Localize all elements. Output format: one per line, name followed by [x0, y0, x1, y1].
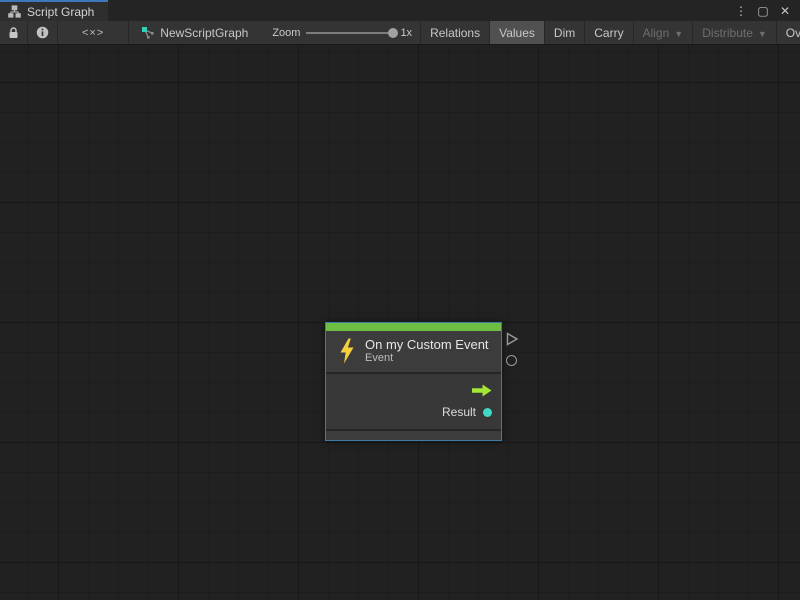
- graph-toolbar: <×> NewScriptGraph Zoom 1x Relations Val…: [0, 21, 800, 45]
- graph-name-label: NewScriptGraph: [160, 26, 248, 40]
- flow-output-connector[interactable]: [506, 332, 519, 351]
- zoom-control: Zoom 1x: [264, 21, 421, 44]
- script-graph-asset-icon: [141, 26, 155, 40]
- toolbar-button-carry[interactable]: Carry: [585, 21, 633, 44]
- toolbar-button-distribute[interactable]: Distribute ▼: [693, 21, 777, 44]
- node-header[interactable]: On my Custom Event Event: [326, 331, 501, 374]
- graph-canvas[interactable]: On my Custom Event Event Result: [0, 45, 800, 600]
- node-ports: Result: [326, 374, 501, 429]
- toolbar-button-align[interactable]: Align ▼: [634, 21, 694, 44]
- lock-icon: [8, 27, 19, 39]
- window-maximize-icon[interactable]: ▢: [754, 2, 772, 20]
- zoom-label: Zoom: [272, 27, 300, 39]
- inspector-toggle-button[interactable]: <×>: [58, 21, 129, 44]
- tab-label: Script Graph: [27, 5, 94, 19]
- node-accent-bar: [326, 323, 501, 331]
- script-graph-tab-icon: [8, 5, 21, 18]
- tab-script-graph[interactable]: Script Graph: [0, 0, 108, 21]
- chevron-down-icon: ▼: [674, 29, 683, 39]
- node-subtitle: Event: [365, 352, 489, 365]
- zoom-slider[interactable]: [306, 32, 394, 34]
- zoom-slider-handle[interactable]: [388, 28, 398, 38]
- lock-button[interactable]: [0, 21, 28, 44]
- graph-name-breadcrumb[interactable]: NewScriptGraph: [129, 21, 258, 44]
- window-menu-icon[interactable]: ⋮: [732, 2, 750, 20]
- align-label: Align: [643, 26, 670, 40]
- lightning-bolt-icon: [338, 338, 356, 364]
- value-output-connector[interactable]: [506, 355, 517, 366]
- value-connector-circle-icon: [506, 355, 517, 366]
- zoom-value: 1x: [400, 27, 412, 39]
- result-port-label: Result: [442, 405, 476, 419]
- chevron-down-icon: ▼: [758, 29, 767, 39]
- tab-bar: Script Graph ⋮ ▢ ✕: [0, 0, 800, 21]
- toolbar-button-overview[interactable]: Overview: [777, 21, 800, 44]
- node-title: On my Custom Event: [365, 337, 489, 352]
- event-node-on-my-custom-event[interactable]: On my Custom Event Event Result: [325, 322, 502, 441]
- distribute-label: Distribute: [702, 26, 753, 40]
- window-controls: ⋮ ▢ ✕: [732, 0, 800, 21]
- toolbar-button-dim[interactable]: Dim: [545, 21, 585, 44]
- node-footer: [326, 429, 501, 440]
- control-flow-output-row[interactable]: [326, 379, 501, 401]
- value-port-dot-icon: [483, 408, 492, 417]
- toolbar-button-values[interactable]: Values: [490, 21, 545, 44]
- window-close-icon[interactable]: ✕: [776, 2, 794, 20]
- info-icon: [36, 26, 49, 39]
- toolbar-button-relations[interactable]: Relations: [421, 21, 490, 44]
- flow-arrow-icon: [472, 384, 492, 397]
- inspector-toggle-icon: <×>: [82, 27, 104, 39]
- value-output-row-result[interactable]: Result: [326, 401, 501, 423]
- unity-script-graph-window: { "header": { "tab": { "label": "Script …: [0, 0, 800, 600]
- info-button[interactable]: [28, 21, 58, 44]
